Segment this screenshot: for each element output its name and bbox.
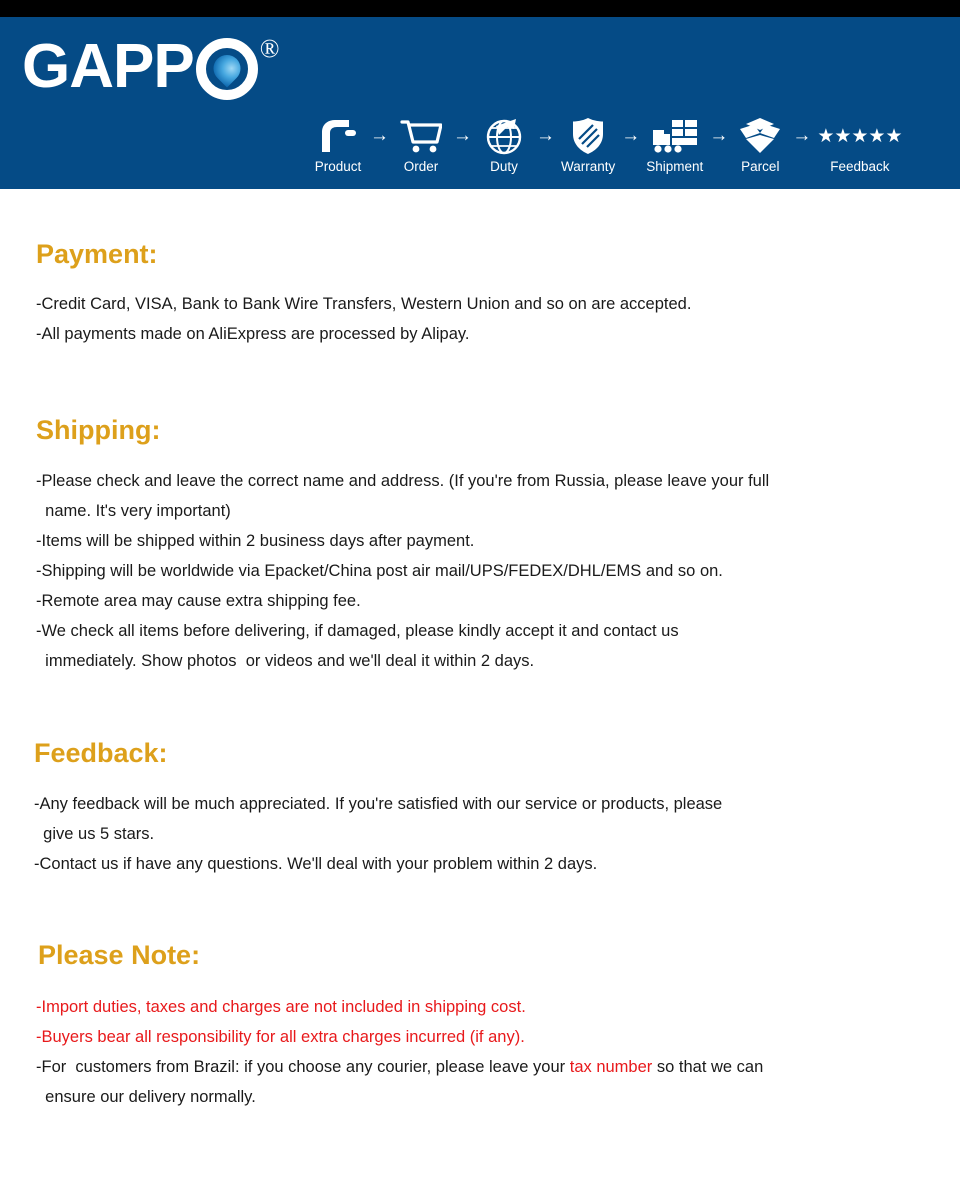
shield-icon xyxy=(571,115,605,157)
step-feedback: ★★★★★ Feedback xyxy=(817,115,902,175)
step-label: Duty xyxy=(490,159,518,174)
policy-line: -For customers from Brazil: if you choos… xyxy=(36,1052,946,1112)
section-feedback: Feedback: -Any feedback will be much app… xyxy=(34,738,939,879)
policy-line: -Shipping will be worldwide via Epacket/… xyxy=(36,561,723,580)
policy-line: -Credit Card, VISA, Bank to Bank Wire Tr… xyxy=(36,294,692,313)
shopping-cart-icon xyxy=(400,115,442,157)
step-label: Warranty xyxy=(561,159,616,174)
policy-line-alert: -Buyers bear all responsibility for all … xyxy=(36,1027,525,1046)
section-title: Shipping: xyxy=(36,415,161,445)
arrow-icon: → xyxy=(621,125,641,146)
top-black-bar xyxy=(0,0,960,17)
step-order: Order xyxy=(395,115,447,174)
policy-line: -Remote area may cause extra shipping fe… xyxy=(36,591,361,610)
step-label: Shipment xyxy=(646,159,704,174)
delivery-truck-icon xyxy=(651,115,699,157)
policy-line-alert: -Import duties, taxes and charges are no… xyxy=(36,997,526,1016)
step-label: Feedback xyxy=(830,159,890,174)
globe-airplane-icon xyxy=(485,115,523,157)
step-warranty: Warranty xyxy=(561,115,615,174)
policy-line: -All payments made on AliExpress are pro… xyxy=(36,324,470,343)
registered-trademark-icon: ® xyxy=(259,34,280,63)
step-shipment: Shipment xyxy=(646,115,703,174)
logo-wordmark: GAPP xyxy=(22,32,195,101)
section-payment: Payment: -Credit Card, VISA, Bank to Ban… xyxy=(36,239,941,349)
arrow-icon: → xyxy=(453,125,472,146)
arrow-icon: → xyxy=(370,125,389,146)
step-product: Product xyxy=(312,115,364,174)
section-title: Feedback: xyxy=(34,738,168,768)
policy-line: -Contact us if have any questions. We'll… xyxy=(34,854,598,873)
brand-banner: GAPP ® Product → Order → Duty → Warranty… xyxy=(0,17,960,189)
faucet-icon xyxy=(318,115,358,157)
gappo-logo: GAPP ® xyxy=(22,34,279,100)
step-duty: Duty xyxy=(478,115,530,174)
section-body: -Please check and leave the correct name… xyxy=(36,466,941,676)
policy-line: -Please check and leave the correct name… xyxy=(36,471,770,520)
section-title: Please Note: xyxy=(38,940,201,970)
policy-line: -Items will be shipped within 2 business… xyxy=(36,531,475,550)
arrow-icon: → xyxy=(536,125,555,146)
arrow-icon: → xyxy=(792,125,812,146)
arrow-icon: → xyxy=(709,125,729,146)
step-parcel: Parcel xyxy=(734,115,786,174)
tax-number-highlight: tax number xyxy=(569,1057,653,1076)
section-shipping: Shipping: -Please check and leave the co… xyxy=(36,415,941,676)
step-label: Product xyxy=(314,159,362,174)
policy-line-text: -For customers from Brazil: if you choos… xyxy=(36,1057,570,1076)
process-steps: Product → Order → Duty → Warranty → Ship… xyxy=(312,115,902,174)
five-stars-icon: ★★★★★ xyxy=(817,115,902,157)
section-body: -Credit Card, VISA, Bank to Bank Wire Tr… xyxy=(36,289,941,349)
section-please-note: Please Note: -Import duties, taxes and c… xyxy=(36,940,946,1112)
policy-line: -We check all items before delivering, i… xyxy=(36,621,679,670)
open-box-icon xyxy=(738,115,782,157)
policy-line: -Any feedback will be much appreciated. … xyxy=(34,794,723,843)
water-drop-o-icon xyxy=(195,38,258,100)
section-body: -Import duties, taxes and charges are no… xyxy=(36,992,946,1112)
step-label: Order xyxy=(403,159,439,174)
section-title: Payment: xyxy=(36,239,158,269)
step-label: Parcel xyxy=(741,159,780,174)
section-body: -Any feedback will be much appreciated. … xyxy=(34,789,939,879)
stars-glyphs: ★★★★★ xyxy=(817,125,903,147)
